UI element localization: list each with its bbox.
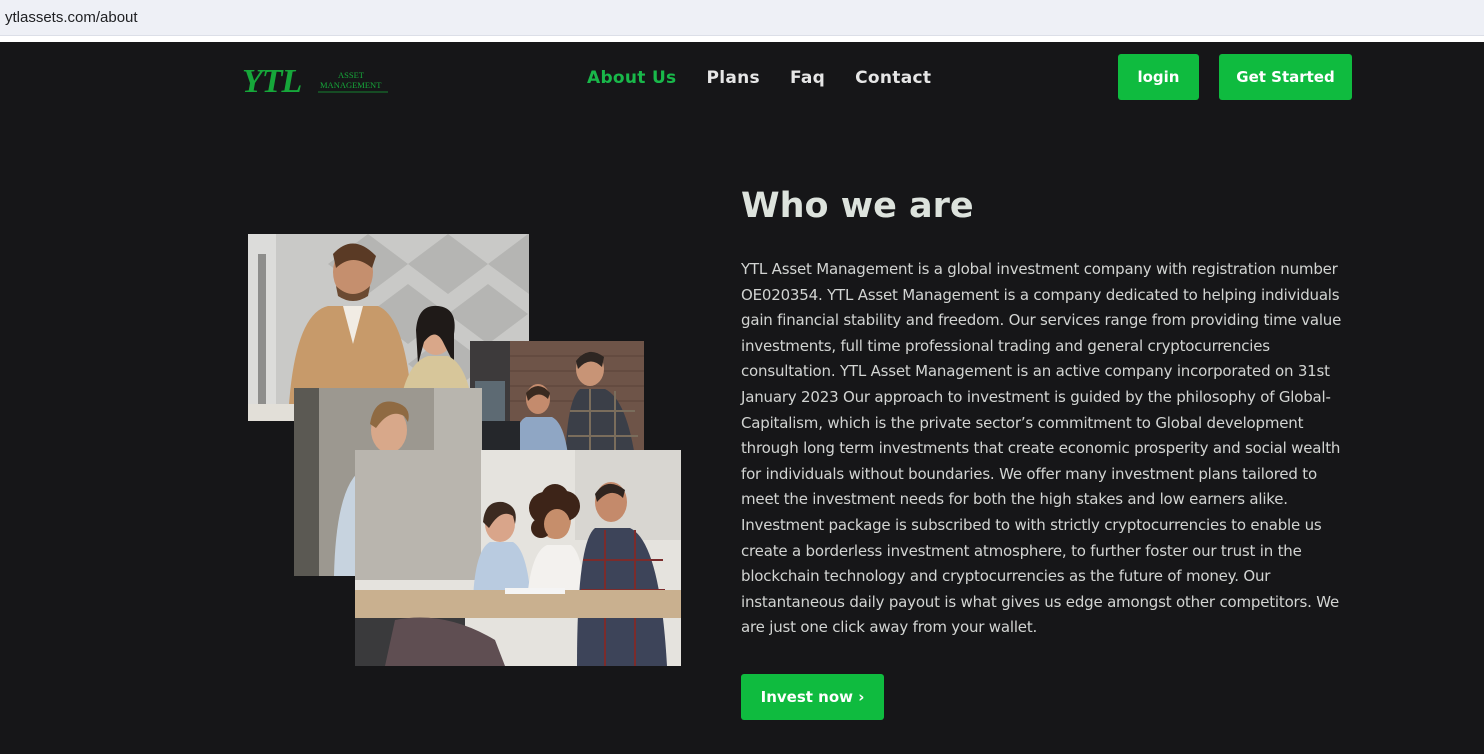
nav-item-about-us[interactable]: About Us	[587, 68, 676, 88]
main-nav: About Us Plans Faq Contact	[587, 68, 961, 88]
logo-sub-line1: ASSET	[338, 70, 365, 80]
nav-item-plans[interactable]: Plans	[706, 68, 759, 88]
logo-sub-line2: MANAGEMENT	[320, 80, 382, 90]
team-photo-4	[355, 450, 681, 666]
invest-now-button[interactable]: Invest now ›	[741, 674, 884, 720]
nav-item-faq[interactable]: Faq	[790, 68, 825, 88]
site-logo[interactable]: YTL ASSET MANAGEMENT	[242, 64, 392, 98]
nav-item-contact[interactable]: Contact	[855, 68, 931, 88]
login-button[interactable]: login	[1118, 54, 1199, 100]
team-photo-collage	[248, 234, 688, 674]
browser-address-bar[interactable]: ytlassets.com/about	[0, 0, 1484, 36]
about-paragraph: YTL Asset Management is a global investm…	[741, 260, 1342, 637]
page: YTL ASSET MANAGEMENT About Us Plans Faq …	[0, 42, 1484, 754]
get-started-button[interactable]: Get Started	[1219, 54, 1352, 100]
url-text[interactable]: ytlassets.com/about	[5, 9, 138, 26]
logo-main-text: YTL	[242, 64, 302, 98]
section-heading: Who we are	[741, 186, 974, 226]
